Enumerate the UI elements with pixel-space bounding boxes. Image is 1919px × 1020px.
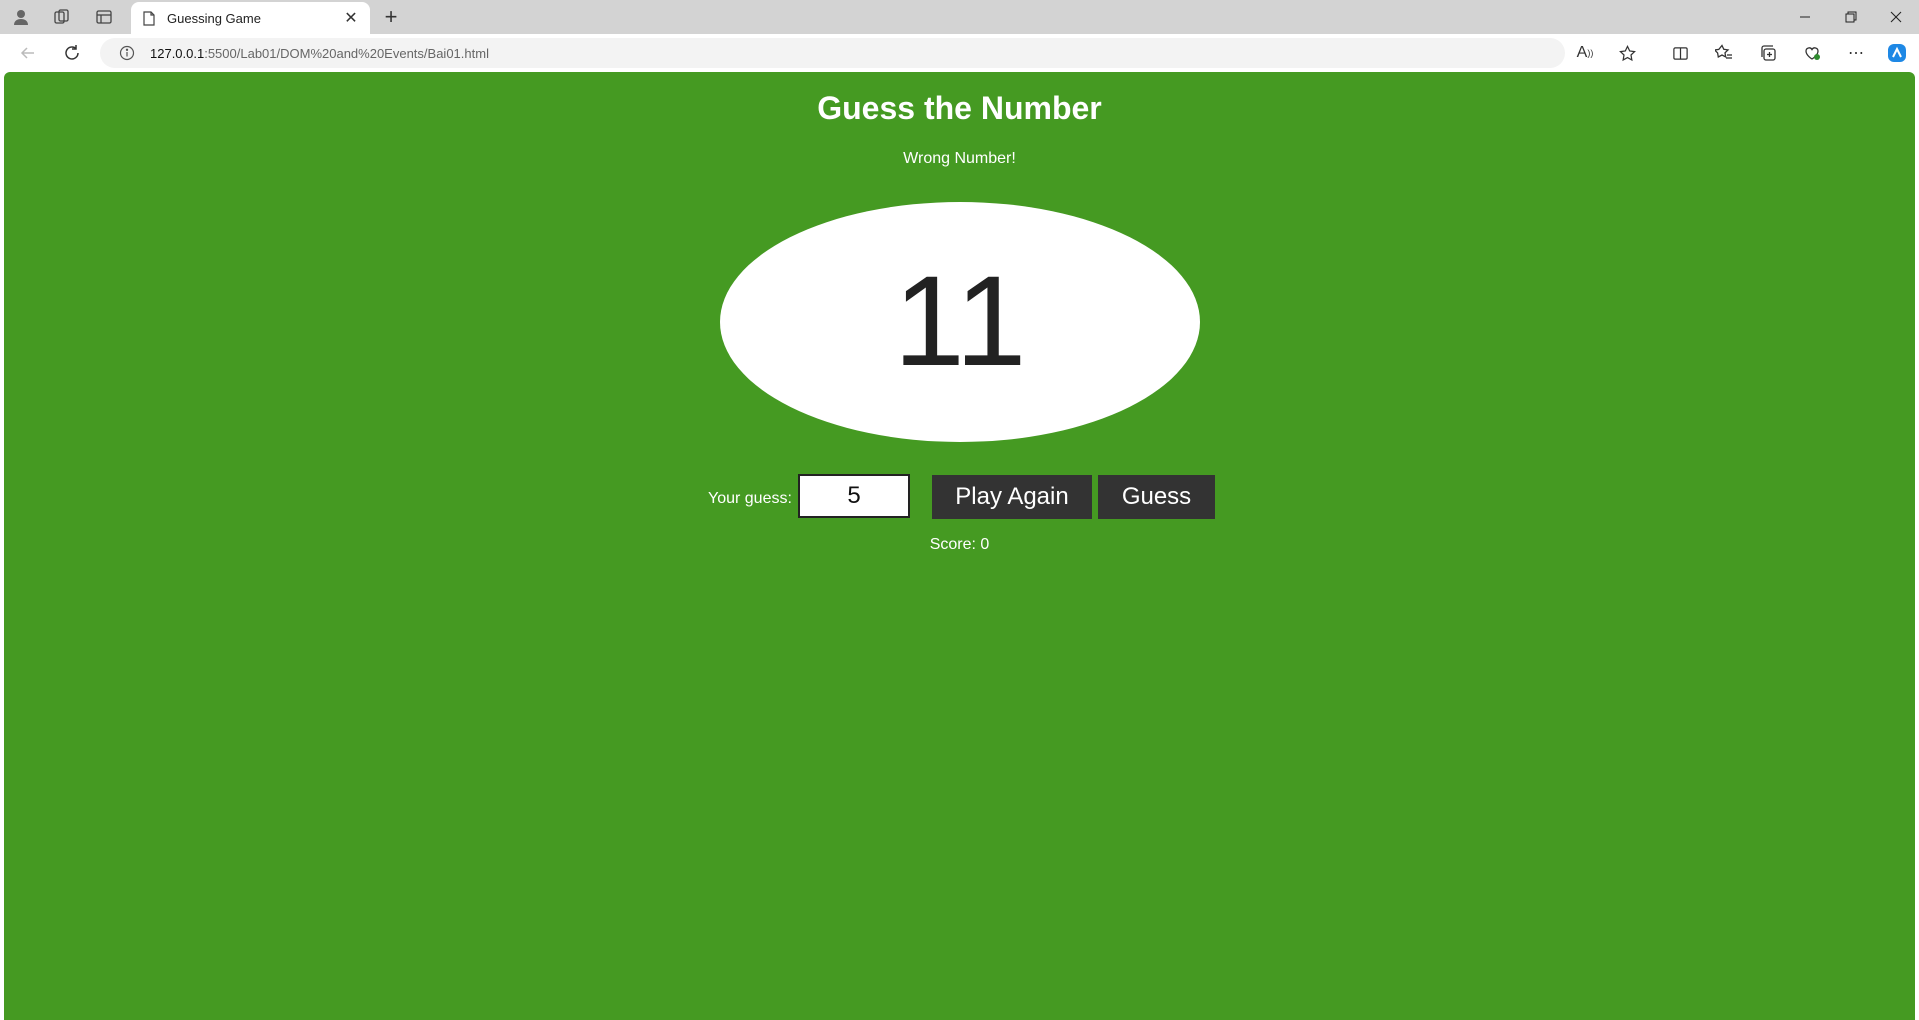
guess-input[interactable] xyxy=(798,474,910,518)
result-message: Wrong Number! xyxy=(903,150,1016,167)
read-aloud-icon[interactable]: A)) xyxy=(1570,39,1600,67)
back-icon[interactable] xyxy=(12,39,44,67)
address-bar[interactable]: 127.0.0.1:5500/Lab01/DOM%20and%20Events/… xyxy=(100,38,1636,68)
guess-label: Your guess: xyxy=(708,490,792,507)
split-screen-icon[interactable] xyxy=(1663,39,1697,67)
browser-toolbar: 127.0.0.1:5500/Lab01/DOM%20and%20Events/… xyxy=(0,34,1919,72)
page-viewport: Guess the Number Wrong Number! 11 Your g… xyxy=(4,72,1915,1020)
url-host: 127.0.0.1 xyxy=(150,45,205,61)
tab-title: Guessing Game xyxy=(167,10,261,26)
browser-essentials-icon[interactable] xyxy=(1795,39,1829,67)
vertical-tabs-icon[interactable] xyxy=(87,4,121,30)
reload-icon[interactable] xyxy=(56,39,88,67)
site-info-icon[interactable] xyxy=(112,38,142,68)
copilot-icon[interactable] xyxy=(1880,39,1914,67)
play-again-button[interactable]: Play Again xyxy=(932,475,1092,519)
tab-guessing-game[interactable]: Guessing Game ✕ xyxy=(131,2,370,34)
close-tab-icon[interactable]: ✕ xyxy=(340,7,362,29)
tab-strip: Guessing Game ✕ + xyxy=(0,0,1919,34)
secret-number: 11 xyxy=(893,250,1027,393)
url-path: :5500/Lab01/DOM%20and%20Events/Bai01.htm… xyxy=(204,45,489,61)
favorites-icon[interactable] xyxy=(1707,39,1741,67)
guess-button[interactable]: Guess xyxy=(1098,475,1215,519)
url-text: 127.0.0.1:5500/Lab01/DOM%20and%20Events/… xyxy=(150,46,489,61)
number-display: 11 xyxy=(720,202,1200,442)
close-window-icon[interactable] xyxy=(1873,0,1919,34)
minimize-icon[interactable] xyxy=(1782,0,1828,34)
new-tab-icon[interactable]: + xyxy=(376,4,406,30)
score-text: Score: 0 xyxy=(929,536,990,553)
more-options-icon[interactable]: ⋯ xyxy=(1839,39,1873,67)
favorite-star-icon[interactable] xyxy=(1612,39,1642,67)
profile-icon[interactable] xyxy=(4,4,38,30)
page-title: Guess the Number xyxy=(817,90,1102,126)
workspaces-icon[interactable] xyxy=(45,4,79,30)
collections-icon[interactable] xyxy=(1751,39,1785,67)
page-icon xyxy=(141,10,157,26)
restore-icon[interactable] xyxy=(1828,0,1874,34)
